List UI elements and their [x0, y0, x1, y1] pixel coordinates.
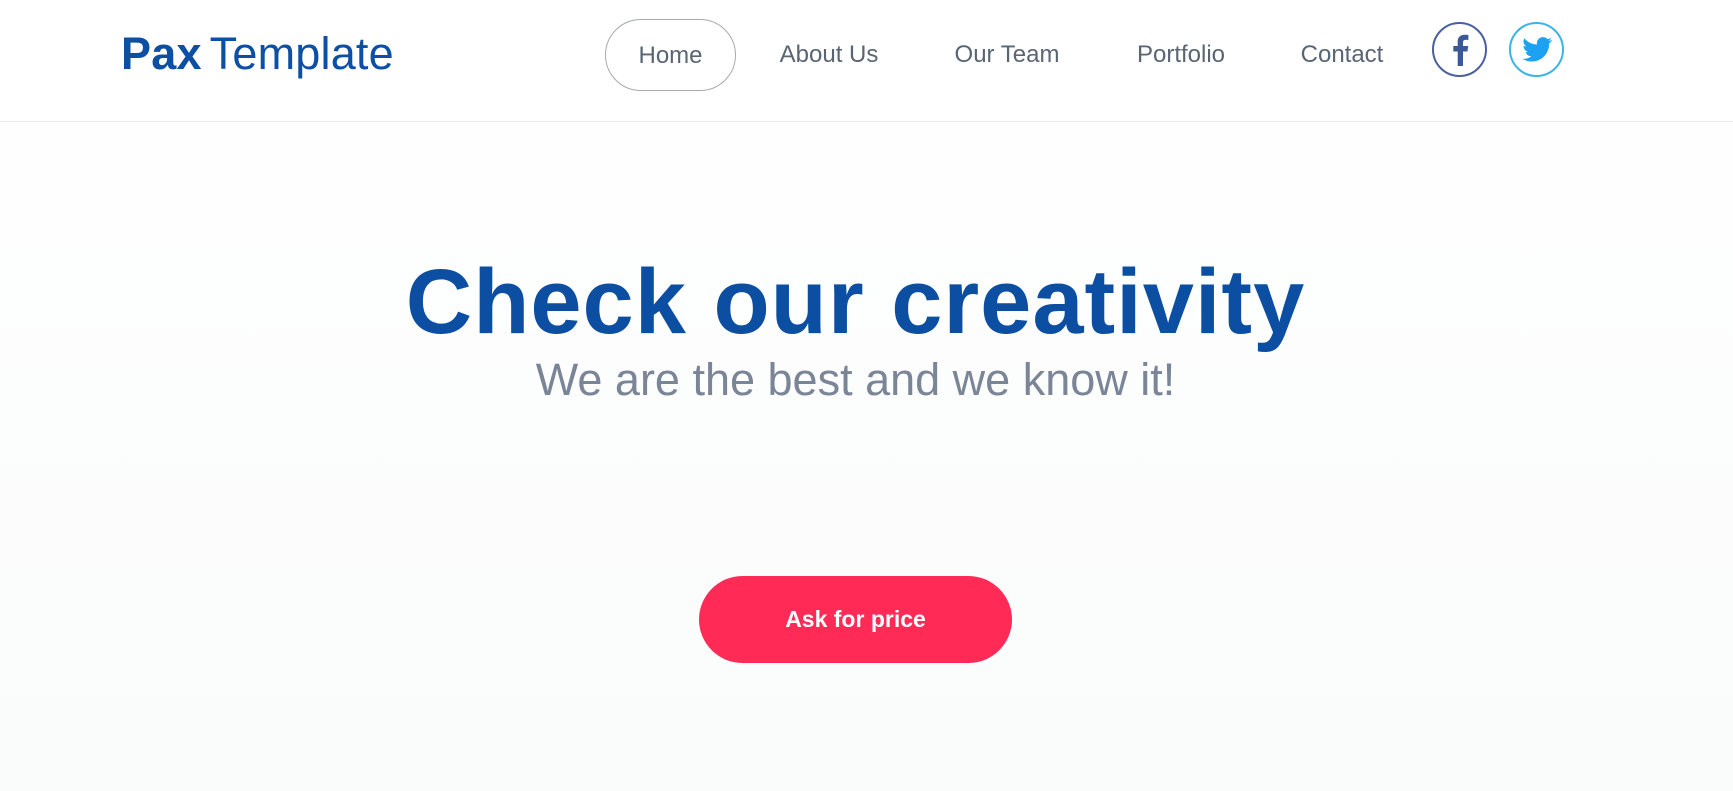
- hero-title: Check our creativity: [405, 251, 1306, 353]
- brand-logo[interactable]: Pax Template: [121, 26, 394, 82]
- ask-for-price-button[interactable]: Ask for price: [699, 576, 1012, 663]
- twitter-button[interactable]: [1509, 22, 1564, 77]
- nav-item-about-us[interactable]: About Us: [764, 19, 894, 91]
- page: Pax Template Home About Us Our Team Portf…: [0, 0, 1733, 791]
- facebook-button[interactable]: [1432, 22, 1487, 77]
- nav-item-portfolio[interactable]: Portfolio: [1120, 19, 1242, 91]
- nav-item-our-team[interactable]: Our Team: [942, 19, 1072, 91]
- nav-item-contact[interactable]: Contact: [1291, 19, 1393, 91]
- hero-subtitle: We are the best and we know it!: [535, 354, 1176, 405]
- site-header: Pax Template Home About Us Our Team Portf…: [0, 0, 1733, 122]
- nav-item-home[interactable]: Home: [605, 19, 736, 91]
- facebook-icon: [1451, 34, 1469, 66]
- brand-name-strong: Pax: [121, 28, 202, 79]
- twitter-icon: [1521, 37, 1552, 62]
- brand-name-light: Template: [209, 28, 394, 79]
